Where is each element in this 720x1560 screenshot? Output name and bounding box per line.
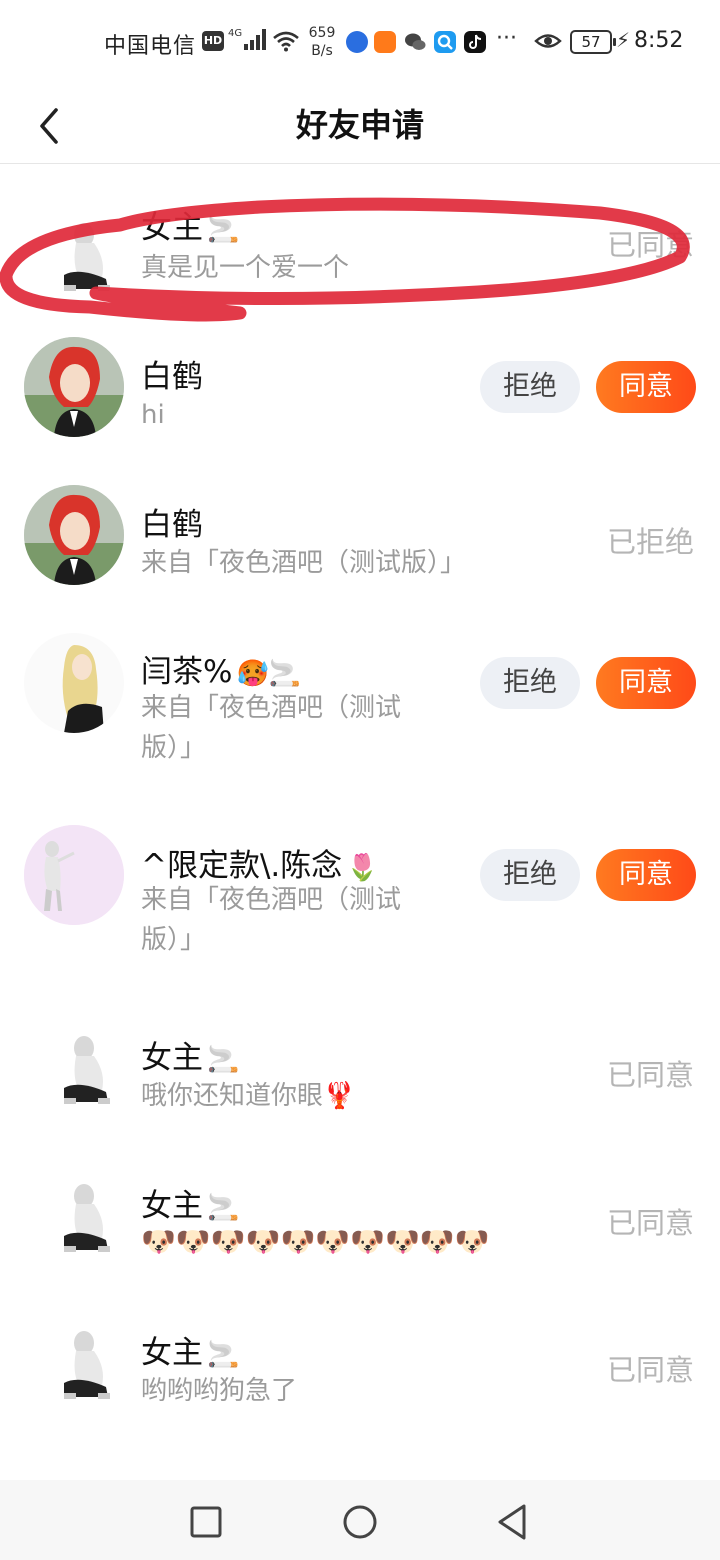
name-text: 白鹤 (141, 359, 203, 395)
requester-name: 白鹤 (141, 499, 203, 544)
request-message: 来自「夜色酒吧（测试版）」 (141, 693, 402, 763)
carrier-label: 中国电信 (104, 34, 197, 59)
blonde-character-icon (62, 645, 104, 733)
eye-icon (534, 34, 562, 48)
recent-apps-button[interactable] (184, 1500, 228, 1544)
battery-icon: 57 (570, 30, 616, 54)
avatar[interactable] (24, 1315, 124, 1415)
agree-button[interactable]: 同意 (596, 361, 696, 413)
character-figure-icon (24, 825, 124, 925)
red-hair-character-icon (24, 337, 124, 437)
red-hair-character-icon (24, 485, 124, 585)
agree-button[interactable]: 同意 (596, 849, 696, 901)
network-speed: 659 B/s (306, 24, 338, 60)
requester-name: 女主 🚬 (141, 1180, 239, 1225)
system-navigation-bar (0, 1480, 720, 1560)
network-type: 4G (228, 28, 242, 39)
character-figure-icon (64, 1331, 110, 1399)
avatar[interactable] (24, 205, 124, 305)
speed-value: 659 (308, 25, 336, 41)
requester-name: ^限定款\.陈念 🌷 (141, 840, 379, 885)
list-item[interactable]: 女主 🚬 哦你还知道你眼🦞 已同意 (0, 1020, 720, 1130)
list-item[interactable]: 女主 🚬 🐶🐶🐶🐶🐶🐶🐶🐶🐶🐶 已同意 (0, 1168, 720, 1278)
list-item[interactable]: 闫茶% 🥵🚬 来自「夜色酒吧（测试版）」 拒绝 同意 (0, 630, 720, 780)
name-emoji: 🥵🚬 (236, 659, 302, 689)
requester-name: 白鹤 (141, 351, 203, 396)
name-emoji: 🚬 (207, 1045, 240, 1075)
more-notifications: ··· (496, 26, 517, 51)
avatar[interactable] (24, 1168, 124, 1268)
name-text: ^限定款\.陈念 (141, 848, 343, 884)
avatar[interactable] (24, 825, 124, 925)
wifi-icon (273, 31, 299, 52)
name-text: 女主 (141, 1040, 203, 1076)
avatar[interactable] (24, 633, 124, 733)
name-text: 女主 (141, 210, 203, 246)
name-text: 白鹤 (141, 507, 203, 543)
name-emoji: 🚬 (207, 1193, 240, 1223)
name-text: 闫茶% (141, 654, 233, 690)
requester-name: 女主 🚬 (141, 1327, 239, 1372)
home-button[interactable] (338, 1500, 382, 1544)
charging-icon: ⚡ (616, 28, 631, 52)
tiktok-icon (464, 31, 486, 53)
list-item[interactable]: ^限定款\.陈念 🌷 来自「夜色酒吧（测试版）」 拒绝 同意 (0, 822, 720, 972)
agree-button[interactable]: 同意 (596, 657, 696, 709)
list-item[interactable]: 白鹤 来自「夜色酒吧（测试版）」 已拒绝 (0, 483, 720, 593)
wechat-icon (404, 31, 426, 53)
name-emoji: 🚬 (207, 215, 240, 245)
speed-unit: B/s (311, 43, 333, 59)
video-app-icon (374, 31, 396, 53)
requester-name: 闫茶% 🥵🚬 (141, 646, 301, 691)
name-emoji: 🌷 (346, 853, 379, 883)
requester-name: 女主 🚬 (141, 202, 239, 247)
character-figure-icon (64, 223, 110, 291)
request-message: 来自「夜色酒吧（测试版）」 (141, 885, 402, 955)
name-emoji: 🚬 (207, 1340, 240, 1370)
page-title: 好友申请 (295, 106, 424, 144)
requester-name: 女主 🚬 (141, 1032, 239, 1077)
clock: 8:52 (634, 28, 684, 53)
avatar[interactable] (24, 1020, 124, 1120)
character-figure-icon (64, 1184, 110, 1252)
request-message: 哦你还知道你眼🦞 (141, 1081, 356, 1111)
request-status: 已同意 (606, 228, 694, 262)
request-status: 已同意 (606, 1206, 694, 1240)
request-message: hi (141, 400, 165, 430)
request-status: 已拒绝 (606, 525, 694, 559)
avatar[interactable] (24, 485, 124, 585)
list-item[interactable]: 女主 🚬 真是见一个爱一个 已同意 (0, 190, 720, 310)
list-item[interactable]: 白鹤 hi 拒绝 同意 (0, 335, 720, 445)
reject-button[interactable]: 拒绝 (480, 361, 580, 413)
request-message: 真是见一个爱一个 (141, 253, 350, 283)
reject-button[interactable]: 拒绝 (480, 657, 580, 709)
back-nav-button[interactable] (490, 1500, 534, 1544)
hd-icon: HD (202, 31, 224, 51)
reject-button[interactable]: 拒绝 (480, 849, 580, 901)
character-figure-icon (64, 1036, 110, 1104)
signal-icon: 4G (228, 28, 266, 50)
search-app-icon (434, 31, 456, 53)
request-message: 🐶🐶🐶🐶🐶🐶🐶🐶🐶🐶 (141, 1225, 490, 1258)
avatar[interactable] (24, 337, 124, 437)
request-message: 哟哟哟狗急了 (141, 1376, 298, 1406)
request-status: 已同意 (606, 1058, 694, 1092)
status-bar: 中国电信 HD 4G 659 B/s ··· 57 ⚡ 8:52 (0, 0, 720, 84)
name-text: 女主 (141, 1335, 203, 1371)
header: 好友申请 (0, 84, 720, 164)
list-item[interactable]: 女主 🚬 哟哟哟狗急了 已同意 (0, 1315, 720, 1425)
browser-app-icon (346, 31, 368, 53)
request-message: 来自「夜色酒吧（测试版）」 (141, 548, 467, 578)
name-text: 女主 (141, 1188, 203, 1224)
request-status: 已同意 (606, 1353, 694, 1387)
